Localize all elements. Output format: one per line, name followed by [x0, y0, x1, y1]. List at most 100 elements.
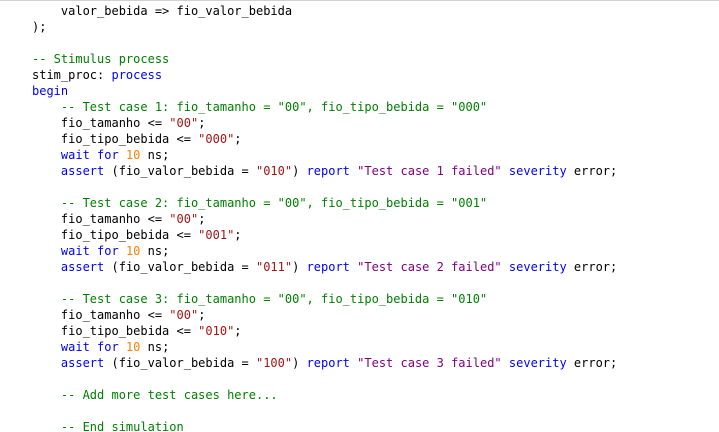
code-line[interactable]: fio_tamanho <= "00";: [32, 307, 617, 323]
code-token-keyword: report: [306, 356, 350, 370]
code-token-default: [32, 292, 61, 306]
code-token-default: error;: [566, 164, 618, 178]
code-line[interactable]: stim_proc: process: [32, 67, 617, 83]
code-line[interactable]: -- Stimulus process: [32, 51, 617, 67]
code-line[interactable]: -- Test case 1: fio_tamanho = "00", fio_…: [32, 99, 617, 115]
code-line[interactable]: fio_tipo_bebida <= "010";: [32, 323, 617, 339]
code-line[interactable]: fio_tipo_bebida <= "001";: [32, 227, 617, 243]
code-line[interactable]: begin: [32, 83, 617, 99]
code-line[interactable]: -- End simulation: [32, 419, 617, 432]
code-token-keyword: assert: [60, 260, 105, 274]
code-line[interactable]: [32, 179, 617, 195]
code-token-default: [32, 196, 61, 210]
code-token-keyword: report: [306, 164, 350, 178]
code-token-default: [32, 340, 61, 354]
code-token-string: "100": [255, 356, 293, 370]
code-token-default: ;: [198, 308, 206, 322]
code-token-default: ;: [198, 212, 206, 226]
code-token-string: "000": [198, 132, 235, 146]
code-token-default: );: [32, 20, 47, 34]
code-token-default: ): [292, 356, 307, 370]
code-line[interactable]: );: [32, 19, 617, 35]
code-token-default: error;: [566, 356, 618, 370]
code-token-string: "010": [255, 164, 293, 178]
code-token-number: 10: [125, 244, 141, 258]
code-token-default: fio_tamanho <=: [32, 116, 170, 130]
code-token-comment: -- Add more test cases here...: [60, 388, 278, 402]
code-line[interactable]: -- Test case 2: fio_tamanho = "00", fio_…: [32, 195, 617, 211]
code-token-default: ns;: [140, 244, 170, 258]
code-token-default: (fio_valor_bebida =: [104, 260, 256, 274]
code-token-default: [502, 356, 509, 370]
code-token-default: ): [292, 260, 307, 274]
code-token-keyword: severity: [508, 260, 567, 274]
code-token-comment: -- End simulation: [60, 420, 184, 432]
code-token-default: stim_proc:: [32, 68, 112, 82]
code-token-report_string: "Test case 1 failed": [357, 164, 502, 178]
code-area[interactable]: valor_bebida => fio_valor_bebida); -- St…: [32, 3, 617, 432]
code-line[interactable]: assert (fio_valor_bebida = "100") report…: [32, 355, 617, 371]
code-token-default: fio_tamanho <=: [32, 212, 170, 226]
code-line[interactable]: [32, 35, 617, 51]
code-token-default: error;: [566, 260, 618, 274]
code-token-default: fio_tipo_bebida <=: [32, 228, 199, 242]
code-line[interactable]: fio_tipo_bebida <= "000";: [32, 131, 617, 147]
code-line[interactable]: wait for 10 ns;: [32, 243, 617, 259]
code-token-default: [32, 388, 61, 402]
code-token-keyword: wait for: [60, 244, 126, 258]
code-token-default: ;: [234, 324, 242, 338]
code-token-default: ): [292, 164, 307, 178]
code-token-default: ns;: [140, 148, 170, 162]
code-token-string: "00": [169, 116, 199, 130]
code-token-keyword: wait for: [60, 340, 126, 354]
code-line[interactable]: wait for 10 ns;: [32, 147, 617, 163]
code-token-keyword: assert: [60, 356, 105, 370]
code-token-default: [32, 356, 61, 370]
code-token-comment: -- Test case 1: fio_tamanho = "00", fio_…: [60, 100, 488, 114]
code-token-default: [32, 260, 61, 274]
code-token-keyword: begin: [32, 84, 69, 98]
code-token-default: (fio_valor_bebida =: [104, 164, 256, 178]
code-token-default: [32, 148, 61, 162]
code-token-keyword: assert: [60, 164, 105, 178]
code-token-string: "010": [198, 324, 235, 338]
code-line[interactable]: [32, 275, 617, 291]
code-token-default: [32, 420, 61, 432]
code-token-default: valor_bebida => fio_valor_bebida: [32, 4, 293, 18]
code-token-default: [502, 260, 509, 274]
code-token-default: fio_tipo_bebida <=: [32, 324, 199, 338]
code-token-string: "00": [169, 308, 199, 322]
code-token-default: ns;: [140, 340, 170, 354]
code-token-comment: -- Test case 3: fio_tamanho = "00", fio_…: [60, 292, 488, 306]
code-token-default: [32, 100, 61, 114]
code-token-default: fio_tipo_bebida <=: [32, 132, 199, 146]
code-token-keyword: process: [111, 68, 163, 82]
code-token-default: (fio_valor_bebida =: [104, 356, 256, 370]
code-token-number: 10: [125, 148, 141, 162]
code-line[interactable]: -- Add more test cases here...: [32, 387, 617, 403]
code-line[interactable]: [32, 371, 617, 387]
code-token-comment: -- Test case 2: fio_tamanho = "00", fio_…: [60, 196, 488, 210]
code-token-string: "00": [169, 212, 199, 226]
code-token-comment: -- Stimulus process: [32, 52, 170, 66]
code-token-default: [32, 164, 61, 178]
code-token-keyword: report: [306, 260, 350, 274]
code-token-default: ;: [234, 132, 242, 146]
code-token-report_string: "Test case 2 failed": [357, 260, 502, 274]
code-line[interactable]: valor_bebida => fio_valor_bebida: [32, 3, 617, 19]
code-editor[interactable]: valor_bebida => fio_valor_bebida); -- St…: [0, 0, 719, 432]
code-line[interactable]: fio_tamanho <= "00";: [32, 115, 617, 131]
code-token-keyword: severity: [508, 356, 567, 370]
code-line[interactable]: -- Test case 3: fio_tamanho = "00", fio_…: [32, 291, 617, 307]
code-token-default: ;: [198, 116, 206, 130]
editor-top-border: [0, 0, 719, 1]
code-line[interactable]: assert (fio_valor_bebida = "011") report…: [32, 259, 617, 275]
code-token-string: "001": [198, 228, 235, 242]
code-token-default: ;: [234, 228, 242, 242]
code-token-number: 10: [125, 340, 141, 354]
code-token-keyword: severity: [508, 164, 567, 178]
code-line[interactable]: assert (fio_valor_bebida = "010") report…: [32, 163, 617, 179]
code-line[interactable]: fio_tamanho <= "00";: [32, 211, 617, 227]
code-line[interactable]: [32, 403, 617, 419]
code-line[interactable]: wait for 10 ns;: [32, 339, 617, 355]
